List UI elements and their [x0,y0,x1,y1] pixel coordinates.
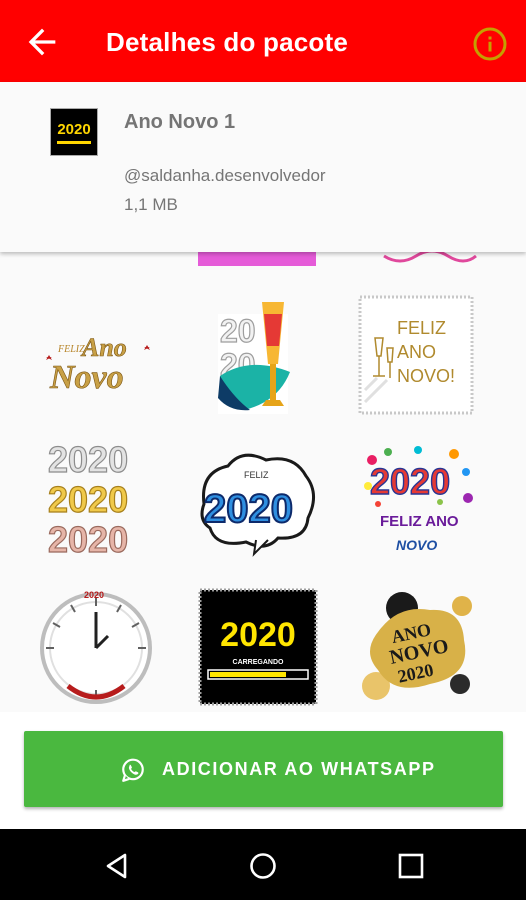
sticker-carregando-2020[interactable]: 2020 CARREGANDO [198,588,318,708]
add-button-label: ADICIONAR AO WHATSAPP [162,759,436,779]
sticker-text: 2020 [84,590,104,600]
sticker-text: 2020 [48,439,128,480]
sticker-text: FELIZ [57,344,85,355]
sticker-text: FELIZ [397,318,446,338]
sticker-text: FELIZ ANO [380,513,459,530]
sticker-text: Ano [80,333,127,362]
sticker-text: NOVO [396,537,437,553]
page-title: Detalhes do pacote [106,27,348,57]
sticker-ano-novo-2020-gold[interactable]: ANO NOVO 2020 [358,586,478,711]
tray-bar [57,141,91,144]
sticker-grid: FELIZ Ano Novo 20 20 FELIZ ANO NOVO! 202… [0,252,526,712]
sticker-feliz-ano-novo[interactable]: FELIZ Ano Novo [36,302,156,422]
whatsapp-icon [122,758,144,782]
sticker-confetti-2020[interactable]: 2020 FELIZ ANO NOVO [358,442,478,567]
nav-recents-icon[interactable] [396,851,426,881]
sticker-partial-2 [198,252,316,266]
sticker-feliz-ano-novo-frame[interactable]: FELIZ ANO NOVO! [357,294,477,419]
sticker-balloons-2020[interactable]: 2020 2020 2020 [38,438,158,563]
app-bar: Detalhes do pacote [0,0,526,82]
nav-home-icon[interactable] [248,851,278,881]
sticker-text: CARREGANDO [233,659,285,666]
sticker-partial-3 [383,252,477,263]
nav-back-icon[interactable] [102,851,132,881]
sticker-text: FELIZ [244,470,269,480]
sticker-text: ANO [397,342,436,362]
sticker-text: 20 [220,313,256,349]
sticker-clock-2020[interactable]: 2020 [38,588,158,712]
sticker-text: 2020 [220,616,296,654]
sticker-partial-1 [40,252,160,268]
sticker-text: Novo [49,359,124,396]
tray-text: 2020 [57,121,91,138]
sticker-text: 2020 [204,487,293,531]
sticker-text: 2020 [48,479,128,520]
pack-author: @saldanha.desenvolvedor [124,166,326,185]
pack-size: 1,1 MB [124,195,178,214]
sticker-text: NOVO! [397,366,455,386]
sticker-comic-2020[interactable]: FELIZ 2020 [196,448,320,558]
sticker-champagne-2020[interactable]: 20 20 [200,294,320,419]
pack-tray-icon: 2020 [50,108,98,156]
add-to-whatsapp-button[interactable]: ADICIONAR AO WHATSAPP [24,731,503,807]
system-nav-bar [0,829,526,900]
info-icon[interactable] [472,26,508,62]
pack-header: 2020 Ano Novo 1 @saldanha.desenvolvedor … [0,82,526,252]
arrow-back-icon[interactable] [22,22,62,62]
pack-name: Ano Novo 1 [124,111,236,133]
sticker-text: 2020 [370,461,450,502]
sticker-text: 2020 [48,519,128,560]
